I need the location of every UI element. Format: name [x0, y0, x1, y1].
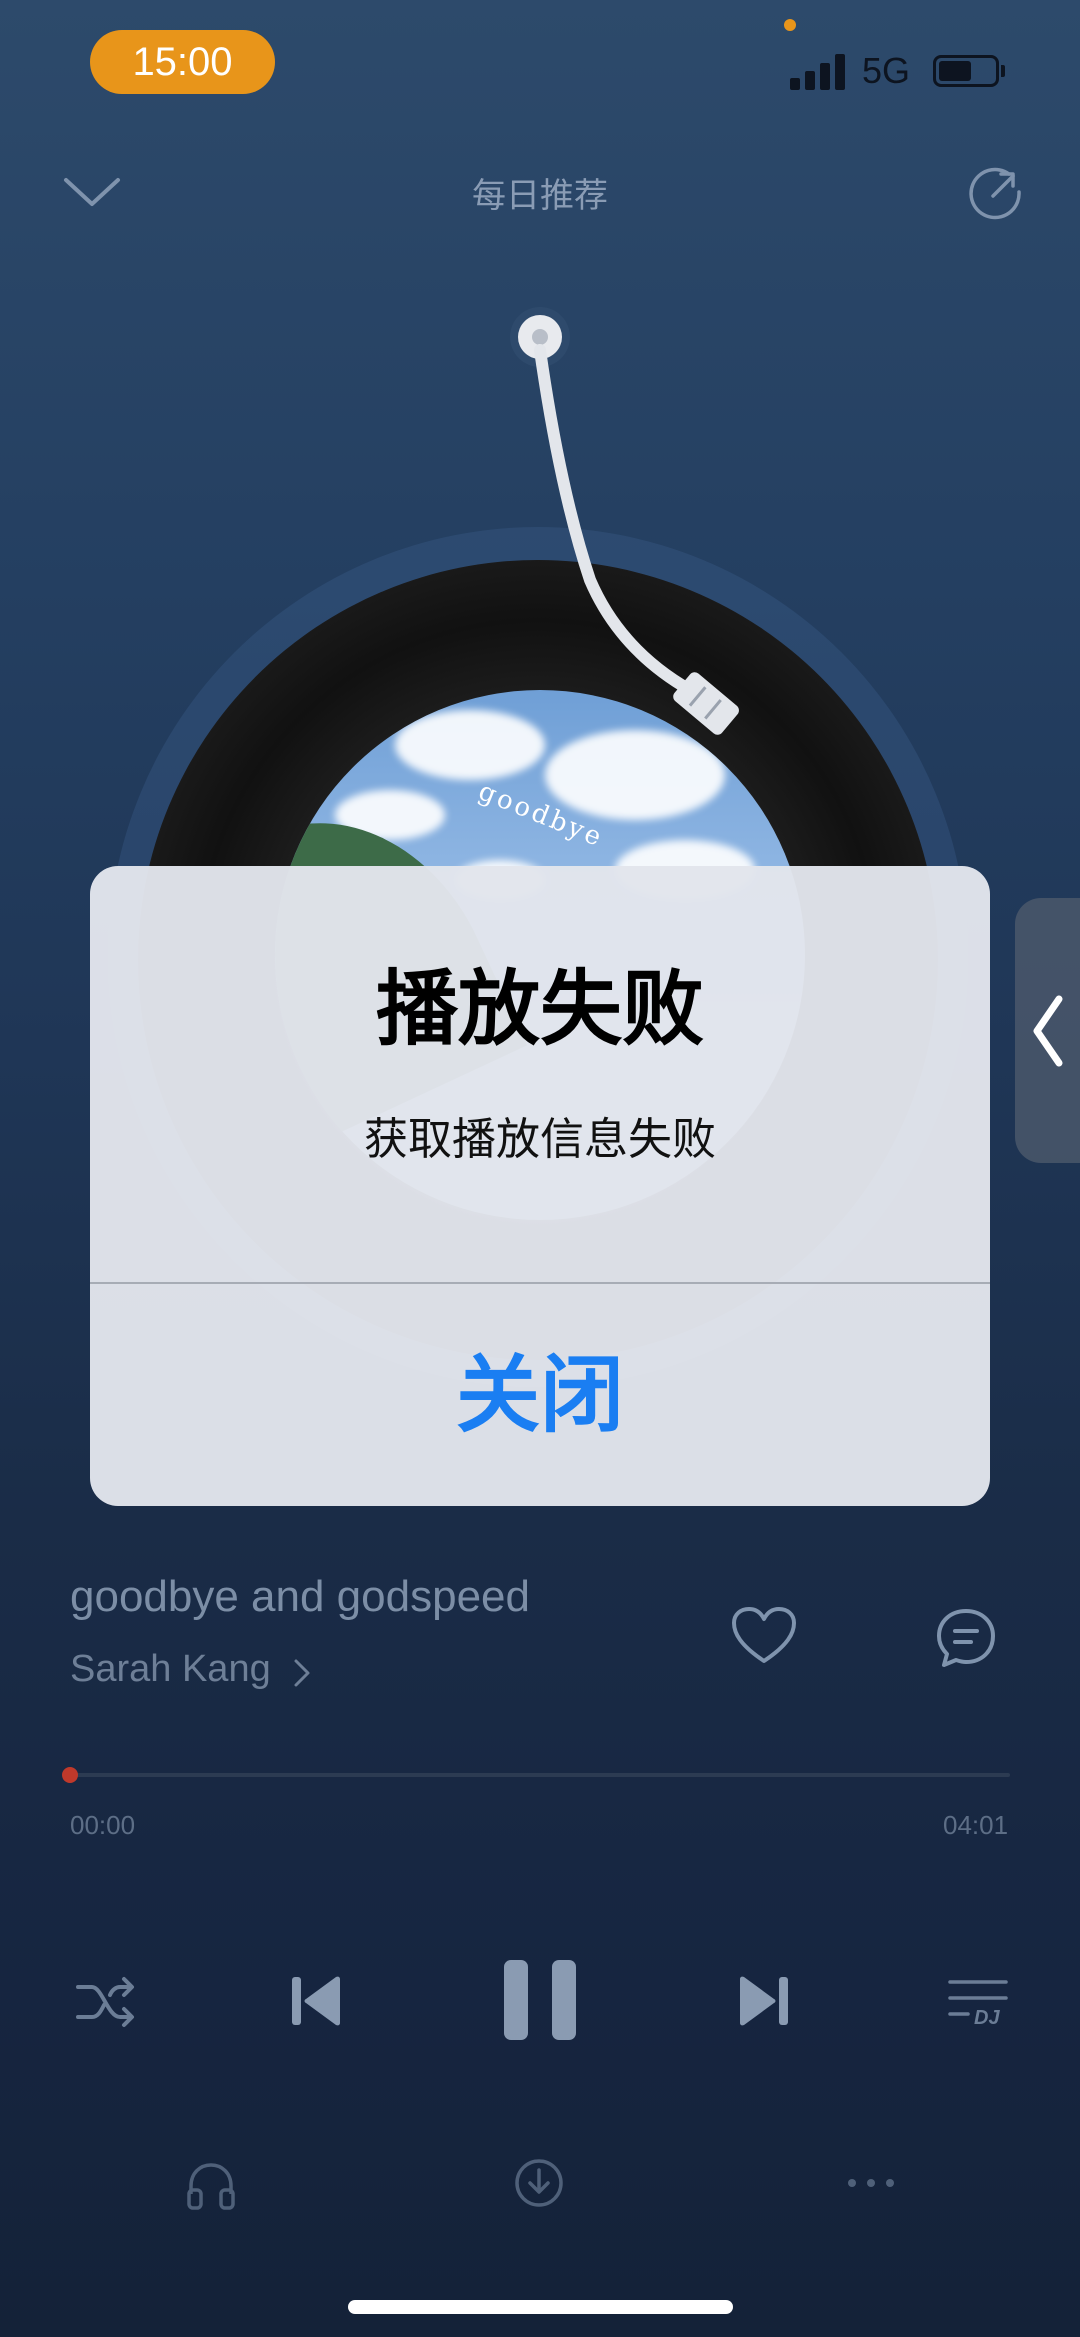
download-icon[interactable] — [513, 2157, 565, 2209]
header: 每日推荐 — [0, 140, 1080, 240]
dialog-message: 获取播放信息失败 — [364, 1114, 716, 1165]
comment-icon[interactable] — [934, 1606, 998, 1670]
status-bar: 15:00 5G — [0, 0, 1080, 130]
dialog-title: 播放失败 — [375, 962, 704, 1057]
heart-icon[interactable] — [730, 1605, 798, 1667]
song-title: goodbye and godspeed — [70, 1572, 530, 1621]
chevron-left-icon — [1033, 995, 1063, 1067]
share-icon[interactable] — [965, 162, 1025, 222]
progress-handle[interactable] — [62, 1767, 78, 1783]
side-panel-tab[interactable] — [1015, 898, 1080, 1163]
dj-playlist-icon[interactable]: DJ — [946, 1976, 1010, 2030]
next-icon[interactable] — [736, 1973, 790, 2029]
signal-strength-icon — [790, 52, 846, 90]
headphones-icon[interactable] — [185, 2160, 237, 2210]
battery-icon — [933, 55, 1005, 87]
elapsed-time: 00:00 — [70, 1810, 136, 1840]
chevron-right-icon — [294, 1659, 310, 1687]
close-button[interactable]: 关闭 — [90, 1284, 990, 1506]
more-icon[interactable] — [846, 2175, 896, 2191]
dj-label: DJ — [974, 2007, 1000, 2029]
network-type-label: 5G — [862, 50, 911, 91]
pause-icon[interactable] — [502, 1958, 578, 2042]
artist-link[interactable]: Sarah Kang — [70, 1648, 271, 1691]
home-indicator[interactable] — [348, 2300, 733, 2314]
total-time: 04:01 — [943, 1810, 1009, 1840]
privacy-indicator-dot — [784, 19, 796, 31]
previous-icon[interactable] — [290, 1973, 344, 2029]
shuffle-icon[interactable] — [74, 1973, 138, 2031]
progress-bar[interactable] — [70, 1773, 1010, 1777]
error-dialog: 播放失败 获取播放信息失败 关闭 — [90, 866, 990, 1506]
tonearm — [510, 307, 739, 735]
status-time: 15:00 — [90, 30, 275, 94]
page-title: 每日推荐 — [472, 176, 608, 216]
